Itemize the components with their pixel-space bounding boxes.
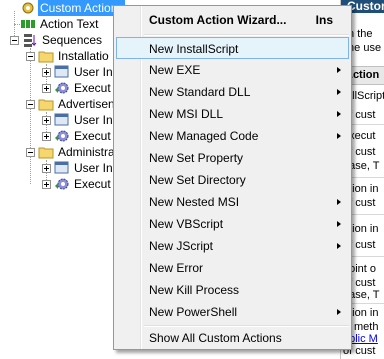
menu-item-new-powershell[interactable]: New PowerShell	[116, 301, 349, 323]
menu-item-label: New Error	[149, 261, 204, 275]
menu-item-new-error[interactable]: New Error	[116, 257, 349, 279]
expand-toggle[interactable]	[42, 131, 51, 141]
submenu-arrow-icon	[337, 133, 341, 139]
menu-item-label: New PowerShell	[149, 305, 238, 319]
menu-item-new-set-directory[interactable]: New Set Directory	[116, 169, 349, 191]
user-interface-icon	[54, 161, 70, 175]
tree-label-execute: Execut	[74, 129, 111, 143]
menu-item-new-installscript[interactable]: New InstallScript	[116, 37, 349, 59]
folder-icon	[38, 145, 54, 159]
menu-item-new-jscript[interactable]: New JScript	[116, 235, 349, 257]
menu-item-new-kill-process[interactable]: New Kill Process	[116, 279, 349, 301]
menu-item-label: New Managed Code	[149, 129, 259, 143]
expand-toggle[interactable]	[42, 83, 51, 93]
submenu-arrow-icon	[337, 243, 341, 249]
tree-label-sequences: Sequences	[42, 33, 103, 47]
menu-item-label: New VBScript	[149, 217, 224, 231]
menu-item-new-msi-dll[interactable]: New MSI DLL	[116, 103, 349, 125]
custom-actions-icon	[20, 1, 36, 15]
menu-separator	[144, 34, 349, 36]
tree-node-install-execute[interactable]: Execut	[42, 80, 113, 96]
submenu-arrow-icon	[337, 221, 341, 227]
menu-item-custom-action-wizard[interactable]: Custom Action Wizard... Ins	[116, 9, 349, 31]
tree-node-admin-user-interface[interactable]: User In	[42, 160, 115, 176]
menu-item-label: New JScript	[149, 239, 214, 253]
tree-label-user-interface: User In	[74, 161, 113, 175]
execute-gear-icon	[54, 129, 70, 143]
collapse-toggle[interactable]	[26, 51, 35, 61]
tree-node-administration[interactable]: Administra	[26, 144, 117, 160]
tree-node-advert-execute[interactable]: Execut	[42, 128, 113, 144]
user-interface-icon	[54, 65, 70, 79]
submenu-arrow-icon	[337, 67, 341, 73]
tree-node-admin-execute[interactable]: Execut	[42, 176, 113, 192]
submenu-arrow-icon	[337, 111, 341, 117]
context-menu: Custom Action Wizard... Ins New InstallS…	[113, 5, 352, 350]
user-interface-icon	[54, 113, 70, 127]
tree-label-execute: Execut	[74, 81, 111, 95]
menu-item-label: New Standard DLL	[149, 85, 251, 99]
collapse-toggle[interactable]	[10, 35, 19, 45]
submenu-arrow-icon	[337, 309, 341, 315]
menu-item-label: New Nested MSI	[149, 195, 240, 209]
menu-item-new-managed-code[interactable]: New Managed Code	[116, 125, 349, 147]
tree-label-execute: Execut	[74, 177, 111, 191]
expand-toggle[interactable]	[42, 163, 51, 173]
execute-gear-icon	[54, 177, 70, 191]
menu-item-label: New MSI DLL	[149, 107, 224, 121]
execute-gear-icon	[54, 81, 70, 95]
submenu-arrow-icon	[337, 89, 341, 95]
tree-label-administration: Administra	[58, 145, 115, 159]
tree-view[interactable]: Custom Actions Action Text Sequences Ins…	[0, 0, 126, 359]
tree-node-advert-user-interface[interactable]: User In	[42, 112, 115, 128]
tree-label-advertisement: Advertisen	[58, 97, 115, 111]
menu-item-new-nested-msi[interactable]: New Nested MSI	[116, 191, 349, 213]
menu-item-new-set-property[interactable]: New Set Property	[116, 147, 349, 169]
expand-toggle[interactable]	[42, 115, 51, 125]
menu-item-shortcut: Ins	[315, 13, 333, 27]
menu-item-show-all-custom-actions[interactable]: Show All Custom Actions	[116, 327, 349, 349]
tree-label-action-text: Action Text	[40, 17, 99, 31]
tree-node-install-user-interface[interactable]: User In	[42, 64, 115, 80]
folder-icon	[38, 49, 54, 63]
menu-item-new-standard-dll[interactable]: New Standard DLL	[116, 81, 349, 103]
menu-item-label: New Set Property	[149, 151, 244, 165]
menu-item-label: New Kill Process	[149, 283, 240, 297]
menu-item-label: New InstallScript	[149, 42, 239, 56]
action-text-icon	[20, 17, 36, 31]
menu-item-new-vbscript[interactable]: New VBScript	[116, 213, 349, 235]
tree-node-advertisement[interactable]: Advertisen	[26, 96, 117, 112]
menu-item-label: Custom Action Wizard...	[149, 13, 287, 27]
tree-label-installation: Installatio	[58, 49, 109, 63]
menu-item-label: New EXE	[149, 63, 201, 77]
tree-label-user-interface: User In	[74, 113, 113, 127]
tree-label-user-interface: User In	[74, 65, 113, 79]
collapse-toggle[interactable]	[26, 147, 35, 157]
sequences-icon	[22, 33, 38, 47]
menu-item-label: Show All Custom Actions	[149, 331, 282, 345]
tree-node-sequences[interactable]: Sequences	[10, 32, 104, 48]
tree-node-custom-actions[interactable]: Custom Actions	[20, 0, 126, 16]
folder-icon	[38, 97, 54, 111]
tree-node-installation[interactable]: Installatio	[26, 48, 111, 64]
expand-toggle[interactable]	[42, 67, 51, 77]
collapse-toggle[interactable]	[26, 99, 35, 109]
menu-item-label: New Set Directory	[149, 173, 246, 187]
submenu-arrow-icon	[337, 199, 341, 205]
tree-node-action-text[interactable]: Action Text	[20, 16, 100, 32]
expand-toggle[interactable]	[42, 179, 51, 189]
menu-item-new-exe[interactable]: New EXE	[116, 59, 349, 81]
